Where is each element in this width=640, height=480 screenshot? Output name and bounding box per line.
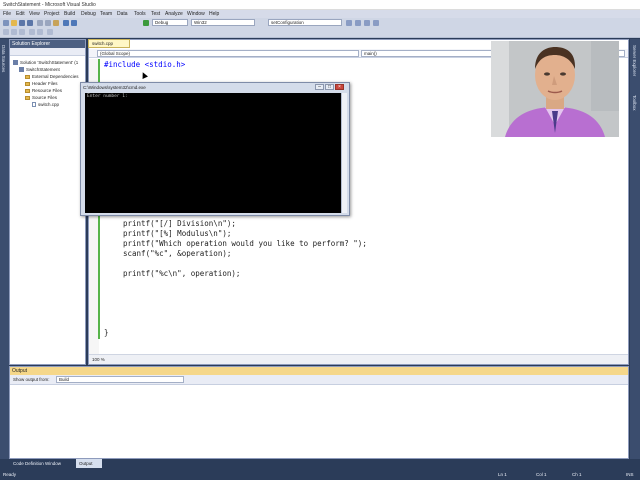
new-project-icon[interactable] <box>3 20 9 26</box>
console-title: C:\Windows\system32\cmd.exe <box>83 85 146 90</box>
debug-stepover-icon[interactable] <box>11 29 17 35</box>
code-line[interactable]: printf("Which operation would you like t… <box>123 239 367 248</box>
status-line: Ln 1 <box>498 472 507 477</box>
project-icon <box>19 67 24 73</box>
menu-view[interactable]: View <box>29 11 40 17</box>
right-tool-strip: Server Explorer Toolbox <box>630 39 640 459</box>
code-line-include[interactable]: #include <stdio.h> <box>104 60 185 69</box>
debug-step-icon[interactable] <box>3 29 9 35</box>
save-all-icon[interactable] <box>27 20 33 26</box>
presenter-image <box>491 41 619 137</box>
menu-data[interactable]: Data <box>117 11 128 17</box>
minimize-icon[interactable]: – <box>315 84 324 90</box>
menu-window[interactable]: Window <box>187 11 205 17</box>
console-output-text: Enter number 1: <box>87 94 128 99</box>
tree-item-header-files[interactable]: Header Files <box>25 81 58 86</box>
solution-explorer-panel: Solution Explorer Solution 'SwitchStatem… <box>9 39 86 365</box>
menu-edit[interactable]: Edit <box>16 11 25 17</box>
menu-team[interactable]: Team <box>100 11 112 17</box>
tree-item-solution[interactable]: Solution 'SwitchStatement' (1 <box>13 60 78 66</box>
menu-test[interactable]: Test <box>151 11 160 17</box>
comment-icon[interactable] <box>29 29 35 35</box>
console-scrollbar[interactable] <box>341 93 347 213</box>
uncomment-icon[interactable] <box>37 29 43 35</box>
tab-switch-cpp[interactable]: switch.cpp <box>88 39 130 48</box>
solution-explorer-title: Solution Explorer <box>10 40 85 48</box>
show-output-from-select[interactable]: Build <box>56 376 184 383</box>
tab-code-definition-window[interactable]: Code Definition Window <box>10 459 74 468</box>
folder-icon <box>25 74 30 79</box>
output-toolbar: Show output from: Build <box>10 375 628 385</box>
code-line[interactable]: printf("[%] Modulus\n"); <box>123 229 231 238</box>
folder-icon <box>25 81 30 86</box>
menu-tools[interactable]: Tools <box>134 11 146 17</box>
status-ready: Ready <box>3 472 17 477</box>
editor-horizontal-scrollbar[interactable]: 100 % <box>89 354 628 364</box>
webcam-presenter-video <box>491 41 619 137</box>
scope-dropdown[interactable]: (Global Scope) <box>97 50 359 57</box>
folder-open-icon <box>25 95 30 100</box>
paste-icon[interactable] <box>53 20 59 26</box>
open-folder-icon[interactable] <box>11 20 17 26</box>
properties-icon[interactable] <box>364 20 370 26</box>
solution-explorer-icon[interactable] <box>355 20 361 26</box>
menu-project[interactable]: Project <box>44 11 60 17</box>
toolbar: Debug Win32 setConfiguration <box>0 18 640 38</box>
window-title: SwitchStatement - Microsoft Visual Studi… <box>3 2 96 8</box>
menu-debug[interactable]: Debug <box>81 11 96 17</box>
menu-bar: File Edit View Project Build Debug Team … <box>0 10 640 18</box>
toolbox-tab[interactable]: Toolbox <box>632 95 637 111</box>
tree-item-source-files[interactable]: Source Files <box>25 95 57 100</box>
zoom-level[interactable]: 100 % <box>92 357 105 362</box>
menu-help[interactable]: Help <box>209 11 219 17</box>
output-panel: Output Show output from: Build <box>9 366 629 459</box>
code-line-closing-brace[interactable]: } <box>104 328 109 337</box>
data-sources-tab[interactable]: Data Sources <box>1 45 6 72</box>
menu-file[interactable]: File <box>3 11 11 17</box>
menu-build[interactable]: Build <box>64 11 75 17</box>
show-output-from-label: Show output from: <box>13 377 50 382</box>
left-tool-strip: Data Sources <box>0 39 9 459</box>
console-window[interactable]: C:\Windows\system32\cmd.exe – □ × Enter … <box>80 82 350 216</box>
status-bar: Ready Ln 1 Col 1 Ch 1 INS <box>0 468 640 480</box>
start-debugging-icon[interactable] <box>143 20 149 26</box>
bookmark-icon[interactable] <box>47 29 53 35</box>
tree-item-resource-files[interactable]: Resource Files <box>25 88 62 93</box>
folder-icon <box>25 88 30 93</box>
undo-icon[interactable] <box>63 20 69 26</box>
tab-output[interactable]: Output <box>76 459 102 468</box>
status-column: Col 1 <box>536 472 547 477</box>
maximize-icon[interactable]: □ <box>325 84 334 90</box>
solution-icon <box>13 60 18 66</box>
debug-stepout-icon[interactable] <box>19 29 25 35</box>
status-char: Ch 1 <box>572 472 582 477</box>
bottom-tab-strip: Code Definition Window Output <box>0 459 640 468</box>
solution-explorer-toolbar <box>10 48 85 56</box>
find-combo[interactable]: setConfiguration <box>268 19 342 26</box>
output-panel-title: Output <box>10 367 628 375</box>
save-icon[interactable] <box>19 20 25 26</box>
redo-icon[interactable] <box>71 20 77 26</box>
title-bar: SwitchStatement - Microsoft Visual Studi… <box>0 0 640 10</box>
status-insert-mode: INS <box>626 472 634 477</box>
console-output-area[interactable]: Enter number 1: <box>85 93 341 213</box>
cut-icon[interactable] <box>37 20 43 26</box>
code-line[interactable]: printf("%c\n", operation); <box>123 269 240 278</box>
find-icon[interactable] <box>346 20 352 26</box>
tree-item-external-deps[interactable]: External Dependencies <box>25 74 79 79</box>
copy-icon[interactable] <box>45 20 51 26</box>
server-explorer-tab[interactable]: Server Explorer <box>632 45 637 76</box>
code-line[interactable]: printf("[/] Division\n"); <box>123 219 236 228</box>
menu-analyze[interactable]: Analyze <box>165 11 183 17</box>
code-line[interactable]: scanf("%c", &operation); <box>123 249 231 258</box>
close-icon[interactable]: × <box>335 84 344 90</box>
solution-platform-select[interactable]: Win32 <box>191 19 255 26</box>
cpp-file-icon <box>32 102 36 108</box>
toolbox-icon[interactable] <box>373 20 379 26</box>
tree-item-switch-cpp[interactable]: switch.cpp <box>32 102 59 108</box>
tree-item-project[interactable]: SwitchStatement <box>19 67 60 73</box>
solution-config-select[interactable]: Debug <box>152 19 188 26</box>
